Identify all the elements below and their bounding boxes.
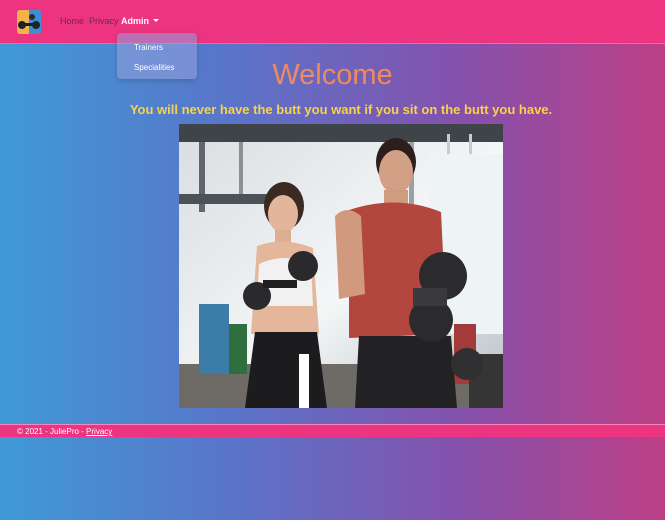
caret-down-icon	[153, 19, 159, 22]
footer: © 2021 - JuliePro - Privacy	[0, 424, 665, 437]
motivational-quote: You will never have the butt you want if…	[129, 102, 553, 117]
footer-privacy-link[interactable]: Privacy	[86, 427, 112, 436]
nav-home-link[interactable]: Home	[60, 16, 84, 26]
nav-admin-dropdown-toggle[interactable]: Admin	[121, 16, 159, 26]
footer-text: © 2021 - JuliePro - Privacy	[17, 427, 112, 436]
footer-copyright: © 2021 - JuliePro -	[17, 427, 87, 436]
page-title: Welcome	[272, 59, 393, 91]
nav-admin-label: Admin	[121, 16, 149, 26]
dropdown-item-trainers[interactable]: Trainers	[134, 43, 163, 52]
hero-image	[179, 124, 503, 408]
nav-privacy-link[interactable]: Privacy	[89, 16, 119, 26]
gym-logo-icon[interactable]	[17, 10, 41, 34]
navbar: Home Privacy Admin	[0, 0, 665, 44]
